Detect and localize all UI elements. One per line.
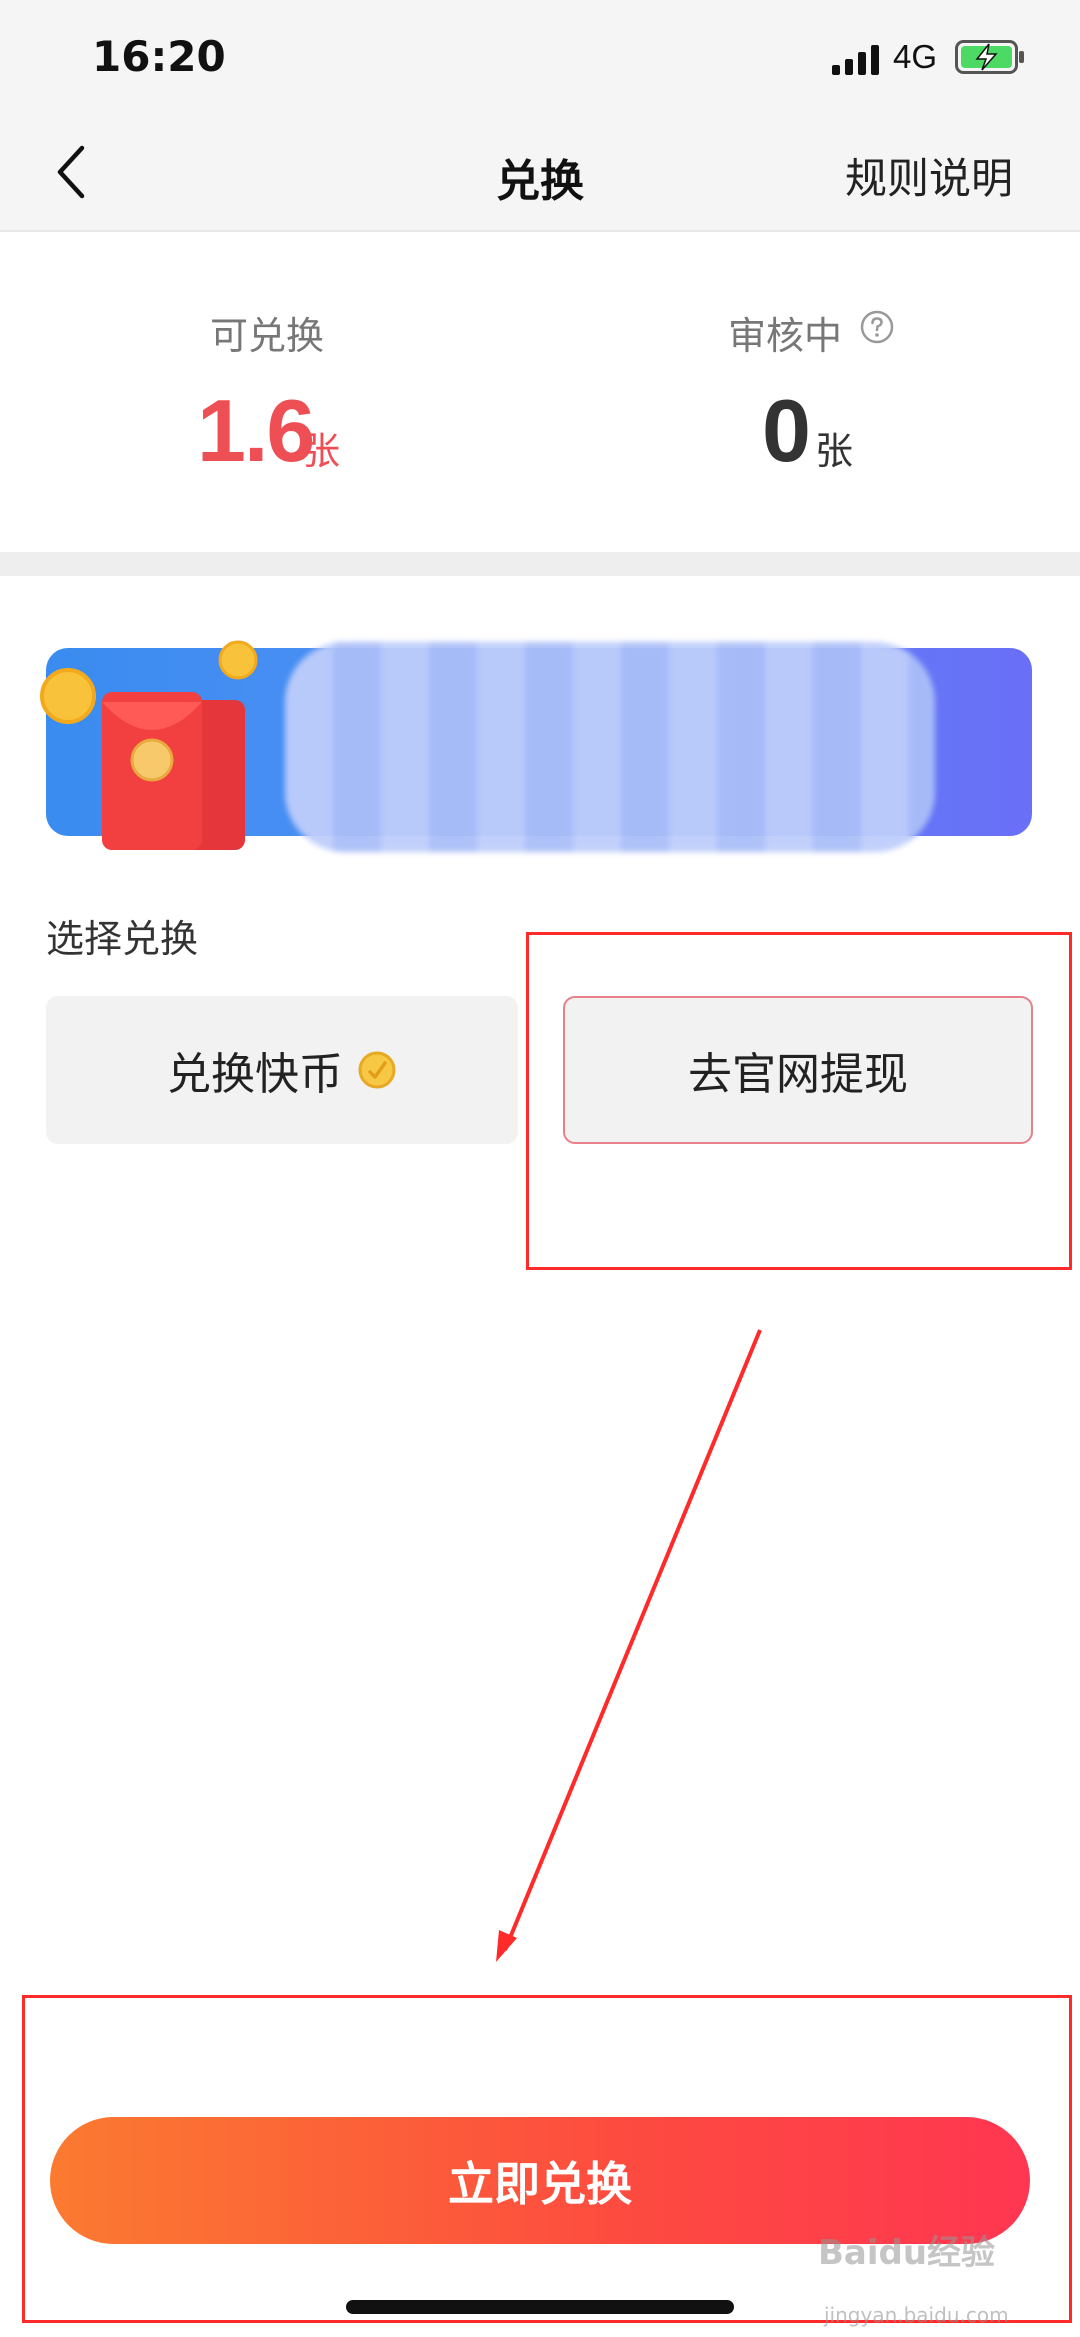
under-review-count: 0 <box>762 381 811 480</box>
coin-icon <box>358 1051 396 1089</box>
cellular-signal-icon <box>832 45 879 75</box>
home-indicator[interactable] <box>346 2300 734 2314</box>
battery-charging-icon <box>955 40 1024 74</box>
blurred-banner-text <box>285 642 935 852</box>
choose-exchange-label: 选择兑换 <box>46 917 199 961</box>
exchange-now-label: 立即兑换 <box>448 2156 632 2211</box>
help-icon[interactable] <box>860 310 894 344</box>
annotation-box-website-option <box>526 932 1072 1270</box>
under-review-label: 审核中 <box>728 314 843 358</box>
available-label: 可兑换 <box>210 314 325 358</box>
option-exchange-coins[interactable]: 兑换快币 <box>46 996 518 1144</box>
available-count: 1.6 <box>197 381 315 480</box>
rules-link[interactable]: 规则说明 <box>845 145 1013 206</box>
red-envelope-icon <box>40 640 258 850</box>
under-review-unit: 张 <box>815 429 854 473</box>
page-title: 兑换 <box>496 156 584 207</box>
available-unit: 张 <box>302 429 341 473</box>
baidu-watermark-url: jingyan.baidu.com <box>824 2303 1009 2327</box>
back-arrow-icon[interactable] <box>48 142 98 202</box>
status-time: 16:20 <box>92 32 226 81</box>
network-type: 4G <box>893 38 938 75</box>
baidu-watermark: Baidu经验 <box>818 2233 996 2273</box>
section-divider <box>0 552 1080 576</box>
option-exchange-coins-label: 兑换快币 <box>167 1049 343 1100</box>
